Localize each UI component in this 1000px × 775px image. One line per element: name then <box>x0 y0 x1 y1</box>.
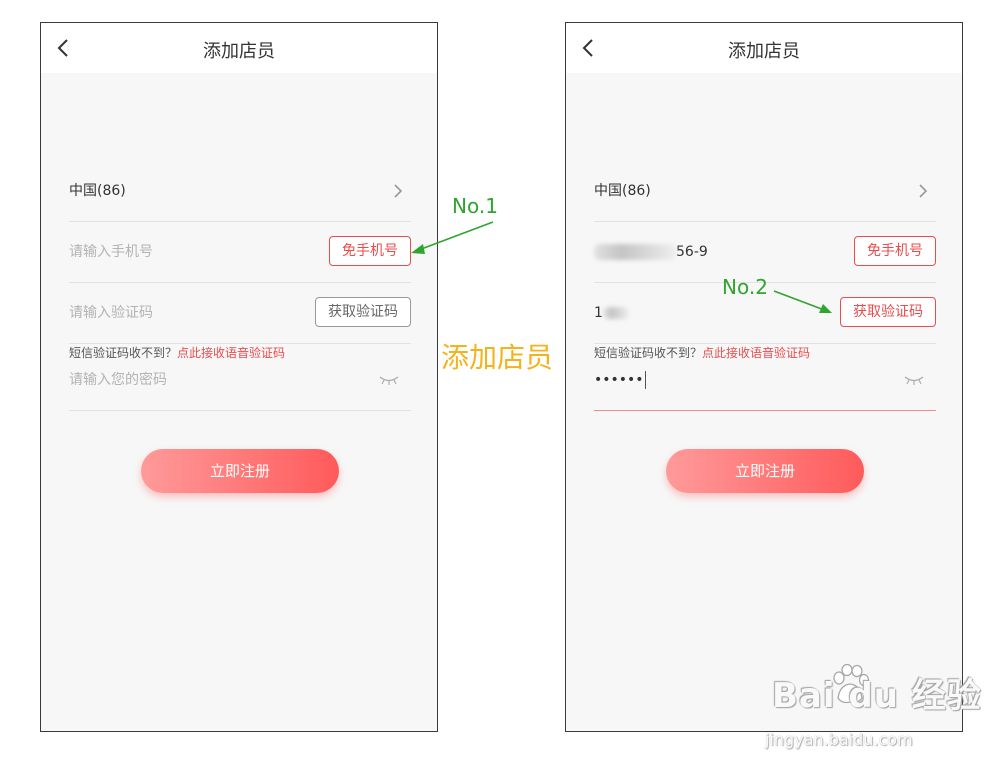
baidu-watermark: Bai du 经验 <box>772 676 982 716</box>
baidu-watermark-url: jingyan.baidu.com <box>765 730 913 749</box>
arrow-no2 <box>773 290 832 313</box>
annotation-arrows <box>411 221 832 313</box>
center-title: 添加店员 <box>441 341 554 374</box>
arrow-no1 <box>411 221 494 254</box>
